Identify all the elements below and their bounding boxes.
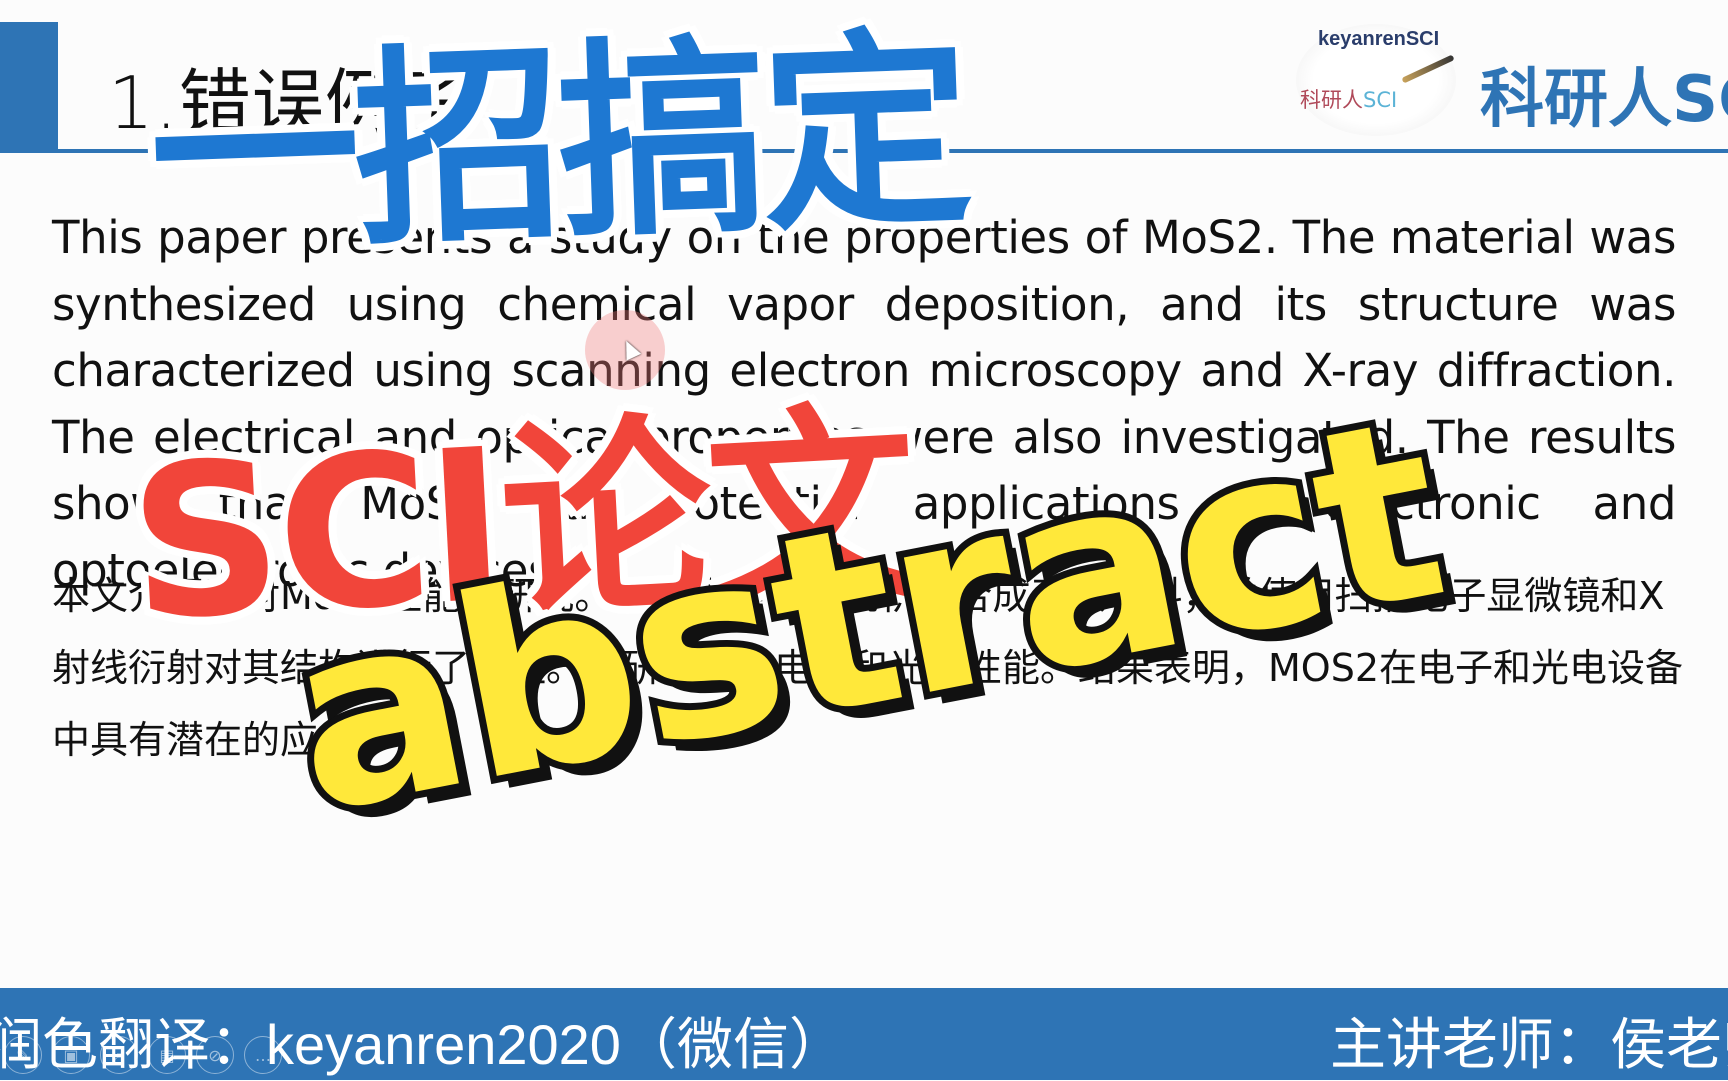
brand-name: 科研人SCI	[1480, 63, 1728, 137]
subtitles-button[interactable]: ▤	[148, 1036, 186, 1074]
logo-cn-label: 科研人	[1300, 88, 1363, 112]
presentation-slide: 1.错误例子 keyanrenSCI 科研人SCI 科研人SCI This pa…	[0, 0, 1728, 1080]
pen-icon: ✎	[16, 1045, 30, 1065]
video-off-icon: ⊘	[208, 1045, 222, 1065]
more-icon: …	[255, 1045, 271, 1065]
title-accent-bar	[0, 22, 58, 152]
logo-cn-text: 科研人SCI	[1300, 84, 1397, 114]
logo-sci-label: SCI	[1363, 88, 1398, 112]
more-button[interactable]: …	[244, 1036, 282, 1074]
zoom-icon: ⌕	[114, 1045, 124, 1064]
video-off-button[interactable]: ⊘	[196, 1036, 234, 1074]
footer-lecturer: 主讲老师：侯老师	[1330, 1013, 1728, 1078]
slides-icon: ▣	[63, 1045, 79, 1065]
player-controls: ✎ ▣ ⌕ ▤ ⊘ …	[4, 1036, 282, 1074]
zoom-button[interactable]: ⌕	[100, 1036, 138, 1074]
subtitles-icon: ▤	[159, 1045, 175, 1065]
logo-top-text: keyanrenSCI	[1318, 28, 1440, 50]
pen-tool-button[interactable]: ✎	[4, 1036, 42, 1074]
slides-button[interactable]: ▣	[52, 1036, 90, 1074]
overlay-headline-blue: 一招搞定	[145, 7, 971, 282]
